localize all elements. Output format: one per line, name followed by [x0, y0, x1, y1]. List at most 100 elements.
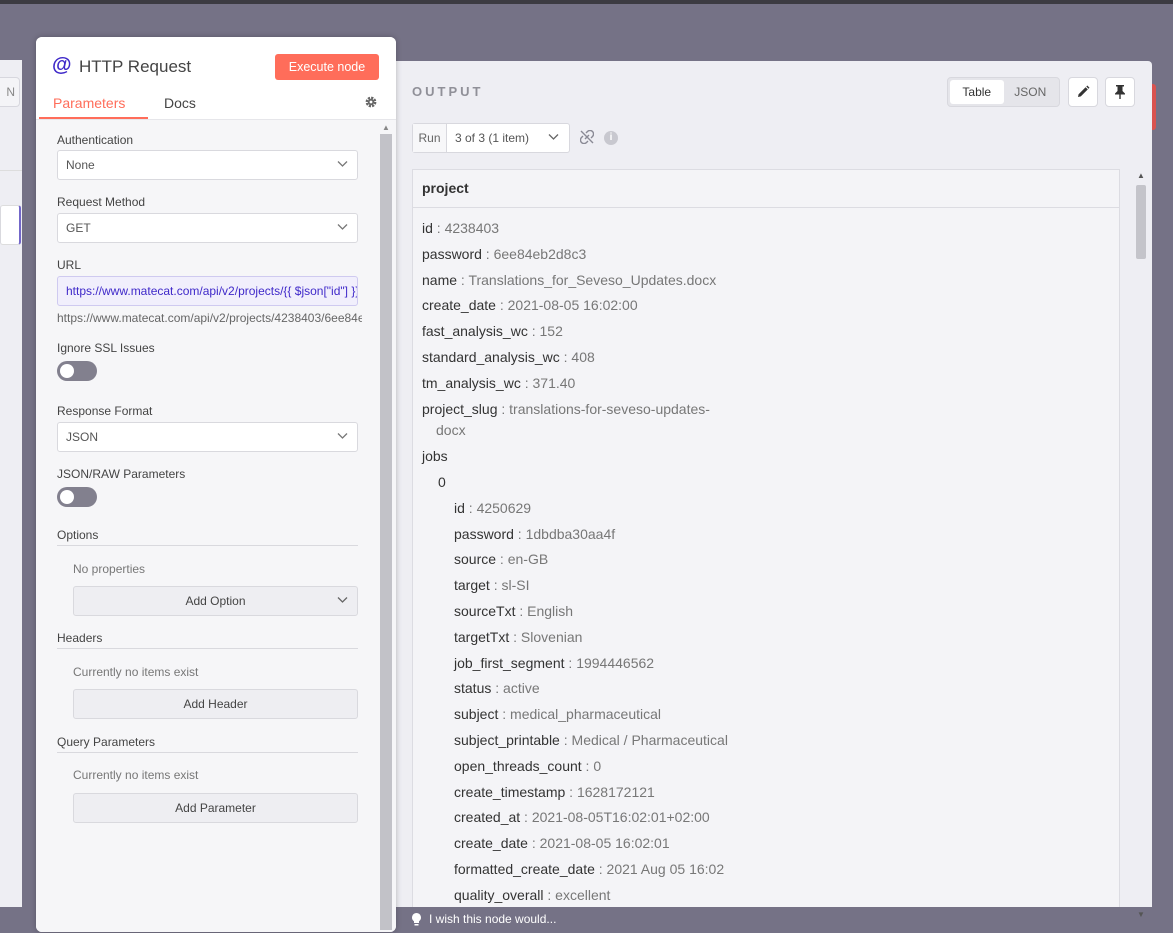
- row-key: jobs: [422, 448, 448, 465]
- run-label: Run: [413, 124, 447, 152]
- parameters-form: Authentication None Request Method GET U…: [36, 120, 380, 932]
- row-value: excellent: [555, 886, 611, 903]
- row-value: 371.40: [532, 374, 576, 391]
- gear-icon[interactable]: [364, 95, 378, 109]
- row-key: created_at: [454, 809, 521, 826]
- authentication-label: Authentication: [57, 133, 134, 147]
- table-group-key: 0: [422, 470, 1119, 496]
- row-value: 6ee84eb2d8c3: [493, 245, 587, 262]
- row-key: sourceTxt: [454, 602, 516, 619]
- output-panel: OUTPUT Table JSON Run 3 of 3 (1 item) i …: [390, 61, 1152, 919]
- table-row: create_date : 2021-08-05 16:02:01: [454, 835, 670, 852]
- view-toggle: Table JSON: [947, 77, 1060, 107]
- authentication-select[interactable]: None: [57, 150, 358, 180]
- table-row: standard_analysis_wc : 408: [422, 348, 595, 365]
- row-key: target: [454, 577, 490, 594]
- row-value: sl-SI: [501, 577, 530, 594]
- json-toggle-partial[interactable]: N: [0, 77, 20, 107]
- table-row: status : active: [454, 680, 540, 697]
- row-key: create_timestamp: [454, 783, 566, 800]
- row-value-continuation: docx: [436, 422, 466, 439]
- scroll-up-icon[interactable]: ▲: [382, 123, 390, 132]
- row-value: en-GB: [507, 551, 549, 568]
- scroll-thumb[interactable]: [1136, 185, 1146, 259]
- table-rows: id : 4238403 password : 6ee84eb2d8c3 name …: [413, 208, 1119, 907]
- scroll-up-icon[interactable]: ▲: [1137, 171, 1145, 180]
- ignore-ssl-toggle[interactable]: [57, 361, 97, 381]
- row-value: 1994446562: [576, 654, 655, 671]
- run-value: 3 of 3 (1 item): [447, 124, 569, 152]
- table-row: name : Translations_for_Seveso_Updates.d…: [422, 271, 717, 288]
- table-row: password : 1dbdba30aa4f: [454, 525, 616, 542]
- json-view-button[interactable]: JSON: [1004, 80, 1058, 104]
- tab-docs[interactable]: Docs: [164, 95, 196, 111]
- row-value: active: [503, 680, 540, 697]
- row-key: job_first_segment: [454, 654, 565, 671]
- row-key: tm_analysis_wc: [422, 374, 521, 391]
- table-row: create_date : 2021-08-05 16:02:00: [422, 297, 638, 314]
- row-value: 1dbdba30aa4f: [525, 525, 616, 542]
- run-selector[interactable]: Run 3 of 3 (1 item): [412, 123, 570, 153]
- active-tab-indicator: [39, 117, 148, 119]
- feedback-link[interactable]: I wish this node would...: [412, 912, 556, 926]
- parameters-scrollbar[interactable]: ▲: [380, 120, 396, 932]
- output-title: OUTPUT: [412, 84, 484, 99]
- table-row: subject_printable : Medical / Pharmaceut…: [454, 731, 728, 748]
- row-value: translations-for-seveso-updates-: [509, 400, 710, 417]
- table-row: tm_analysis_wc : 371.40: [422, 374, 576, 391]
- edit-button[interactable]: [1068, 77, 1098, 107]
- at-icon: @: [52, 54, 72, 76]
- headers-section-title: Headers: [57, 631, 358, 649]
- row-key: subject_printable: [454, 731, 560, 748]
- headers-empty-note: Currently no items exist: [73, 665, 199, 679]
- add-header-button[interactable]: Add Header: [73, 689, 358, 719]
- row-key: status: [454, 680, 492, 697]
- row-value: 2021-08-05 16:02:00: [507, 297, 638, 314]
- lightbulb-icon: [412, 912, 421, 925]
- tab-parameters[interactable]: Parameters: [53, 95, 125, 111]
- table-row: targetTxt : Slovenian: [454, 628, 583, 645]
- row-key: 0: [438, 473, 446, 490]
- row-key: id: [454, 499, 465, 516]
- response-format-label: Response Format: [57, 404, 153, 418]
- add-option-button[interactable]: Add Option: [73, 586, 358, 616]
- node-tabs: Parameters Docs: [36, 89, 396, 120]
- scroll-thumb[interactable]: [380, 134, 392, 930]
- close-button-partial[interactable]: [1152, 84, 1156, 130]
- response-format-select[interactable]: JSON: [57, 422, 358, 452]
- info-icon[interactable]: i: [604, 131, 618, 145]
- table-row: fast_analysis_wc : 152: [422, 323, 563, 340]
- row-key: password: [454, 525, 514, 542]
- row-value: 408: [571, 348, 595, 365]
- table-row: id : 4238403: [422, 220, 500, 236]
- url-input[interactable]: https://www.matecat.com/api/v2/projects/…: [57, 276, 358, 306]
- table-row: target : sl-SI: [454, 577, 530, 594]
- scroll-down-icon[interactable]: ▼: [1137, 910, 1145, 919]
- row-value: 4250629: [476, 499, 532, 516]
- row-key: project_slug: [422, 400, 498, 417]
- output-scrollbar[interactable]: ▲ ▼: [1134, 171, 1146, 919]
- json-raw-toggle[interactable]: [57, 487, 97, 507]
- table-view-button[interactable]: Table: [950, 80, 1004, 104]
- pin-button[interactable]: [1105, 77, 1135, 107]
- chevron-down-icon: [548, 134, 559, 140]
- selected-row-partial[interactable]: [0, 205, 21, 245]
- row-key: formatted_create_date: [454, 860, 595, 877]
- table-row: source : en-GB: [454, 551, 549, 568]
- row-key: fast_analysis_wc: [422, 323, 528, 340]
- row-value: 0: [593, 757, 602, 774]
- request-method-select[interactable]: GET: [57, 213, 358, 243]
- row-key: targetTxt: [454, 628, 510, 645]
- execute-node-button[interactable]: Execute node: [275, 54, 379, 80]
- add-parameter-button[interactable]: Add Parameter: [73, 793, 358, 823]
- query-parameters-section-title: Query Parameters: [57, 735, 358, 753]
- row-key: quality_overall: [454, 886, 544, 903]
- ignore-ssl-label: Ignore SSL Issues: [57, 341, 155, 355]
- row-value: 2021-08-05 16:02:01: [539, 835, 670, 852]
- node-title[interactable]: HTTP Request: [79, 57, 191, 77]
- unlink-icon[interactable]: [580, 130, 594, 144]
- top-bar: [0, 0, 1173, 4]
- row-value: 1628172121: [576, 783, 655, 800]
- query-empty-note: Currently no items exist: [73, 768, 199, 782]
- row-value: 4238403: [444, 220, 500, 236]
